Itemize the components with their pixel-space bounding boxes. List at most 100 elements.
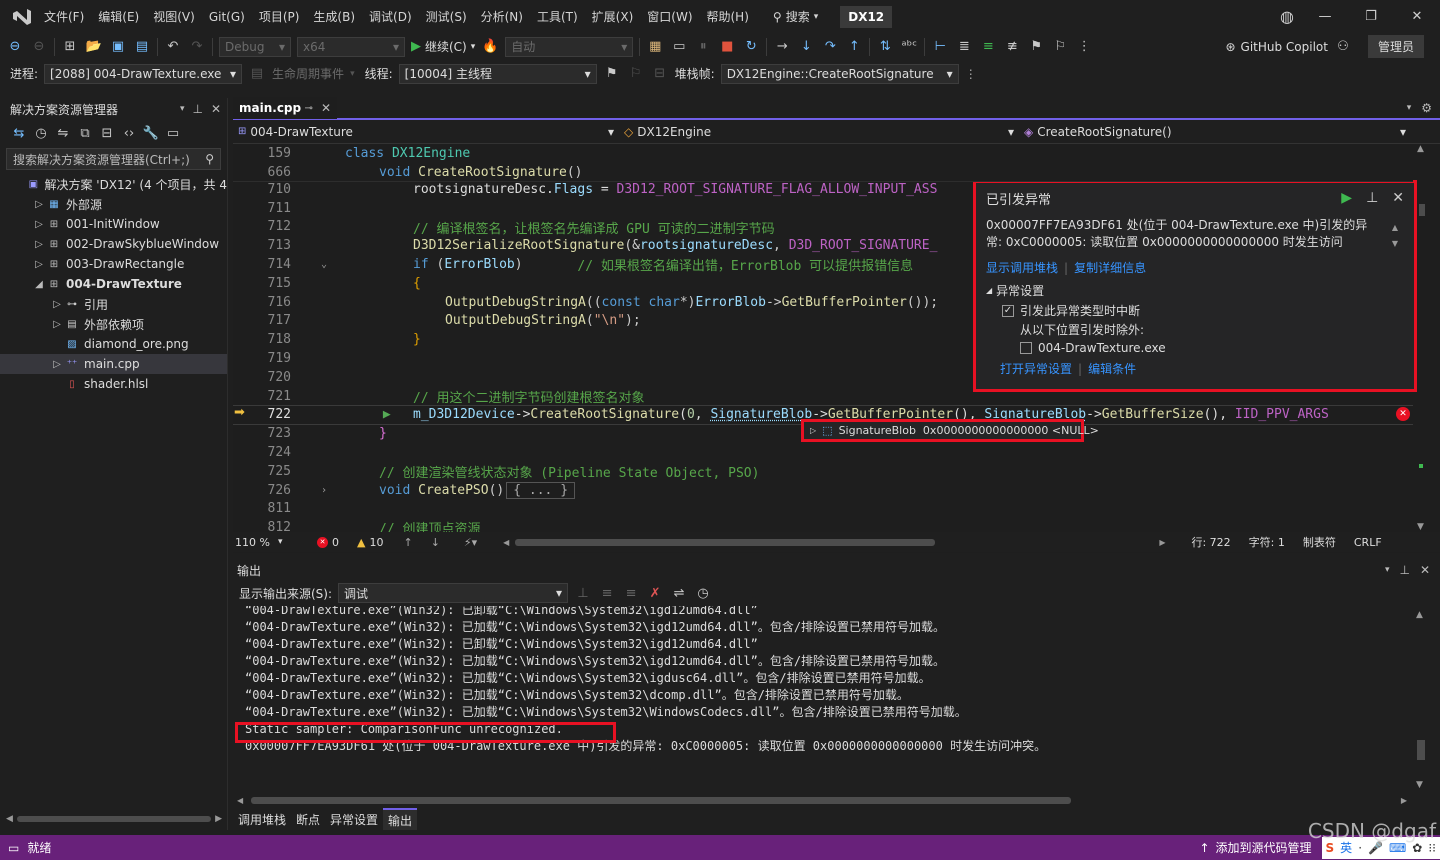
diagnostic-icon[interactable]: ▭ (670, 38, 688, 56)
menu-item[interactable]: Git(G) (209, 10, 245, 24)
hot-reload-icon[interactable]: 🔥 (481, 38, 499, 56)
errors-indicator[interactable]: ✕ 0 (317, 536, 339, 549)
stackframe-select[interactable]: DX12Engine::CreateRootSignature ▾ (720, 63, 959, 84)
tool-tab[interactable]: 调用堆栈 (233, 808, 291, 830)
close-icon[interactable]: ✕ (1392, 190, 1404, 206)
bookmark-icon[interactable]: ⚑ (1027, 38, 1045, 56)
tool-tab[interactable]: 异常设置 (325, 808, 383, 830)
prev-message-icon[interactable]: ≡ (598, 584, 616, 602)
scroll-down-icon[interactable]: ▼ (1416, 780, 1423, 790)
forward-icon[interactable]: ⊖ (30, 38, 48, 56)
tab-main-cpp[interactable]: main.cpp ⊸ ✕ (233, 97, 337, 119)
sticky-line[interactable]: 159 class DX12Engine (233, 144, 1413, 163)
scrollbar-thumb[interactable] (1417, 740, 1425, 760)
chevron-down-icon[interactable]: ▾ (1385, 565, 1390, 575)
close-icon[interactable]: ✕ (211, 102, 221, 116)
settings-icon[interactable]: ⚙ (1421, 101, 1432, 115)
code-line[interactable]: 812// 创建顶点资源 (233, 518, 1413, 532)
clear-all-icon[interactable]: ✗ (646, 584, 664, 602)
output-vertical-scrollbar[interactable]: ▲ ▼ (1414, 610, 1428, 790)
hscrollbar-thumb[interactable] (515, 538, 936, 546)
scrollbar-thumb[interactable] (251, 796, 1071, 804)
flag-all-icon[interactable]: ⚐ (627, 65, 645, 83)
tree-item[interactable]: ◢ ⊞ 004-DrawTexture (0, 274, 227, 294)
tree-item[interactable]: ▣ 解决方案 'DX12' (4 个项目，共 4 (0, 174, 227, 194)
bookmark-prev-icon[interactable]: ⚐ (1051, 38, 1069, 56)
edit-conditions-link[interactable]: 编辑条件 (1088, 360, 1136, 377)
collapse-all-icon[interactable]: ⊟ (98, 124, 116, 142)
datatip[interactable]: ▷ ⬚ SignatureBlob 0x0000000000000000 <NU… (801, 419, 1099, 442)
code-line[interactable]: 725// 创建渲染管线状态对象 (Pipeline State Object,… (233, 462, 1413, 481)
warnings-indicator[interactable]: ▲ 10 (357, 536, 383, 549)
tool-tab[interactable]: 输出 (383, 808, 418, 830)
pin-icon[interactable]: ⊥ (1399, 563, 1409, 577)
thread-select[interactable]: [10004] 主线程 ▾ (398, 63, 597, 84)
menu-item[interactable]: 分析(N) (481, 8, 523, 25)
restore-button[interactable]: ❐ (1348, 9, 1394, 24)
collapsed-region[interactable]: { ... } (506, 481, 576, 499)
step-over-icon[interactable]: ↷ (821, 38, 839, 56)
menu-item[interactable]: 视图(V) (153, 8, 195, 25)
stackframe-icon[interactable]: ⊟ (651, 65, 669, 83)
process-select[interactable]: [2088] 004-DrawTexture.exe ▾ (44, 63, 243, 84)
platform-select[interactable]: x64 ▾ (297, 36, 405, 57)
eol-indicator[interactable]: CRLF (1354, 536, 1382, 549)
module-checkbox-row[interactable]: 004-DrawTexture.exe (976, 339, 1414, 357)
menu-item[interactable]: 窗口(W) (647, 8, 692, 25)
breakpoint-window-icon[interactable]: ⊢ (931, 38, 949, 56)
word-wrap-icon[interactable]: ⇌ (670, 584, 688, 602)
scroll-left-icon[interactable]: ◀ (237, 796, 243, 805)
tree-item[interactable]: ▷ ▦ 外部源 (0, 194, 227, 214)
tree-item[interactable]: ▯ shader.hlsl (0, 374, 227, 394)
back-forward-icon[interactable]: ⇋ (54, 124, 72, 142)
scroll-up-icon[interactable]: ▲ (1417, 144, 1424, 154)
scroll-down-icon[interactable]: ▼ (1417, 522, 1424, 532)
new-project-icon[interactable]: ⊞ (61, 38, 79, 56)
tree-item[interactable]: ▷ ⊞ 003-DrawRectangle (0, 254, 227, 274)
menu-item[interactable]: 工具(T) (537, 8, 578, 25)
share-icon[interactable]: ⚇ (1334, 38, 1352, 56)
chevron-down-icon[interactable]: ▾ (1407, 103, 1412, 113)
timestamp-icon[interactable]: ◷ (694, 584, 712, 602)
prev-issue-icon[interactable]: ↑ (403, 536, 412, 549)
next-message-icon[interactable]: ≡ (622, 584, 640, 602)
nav-project-select[interactable]: ⊞ 004-DrawTexture ▾ (233, 122, 619, 142)
uncomment-icon[interactable]: ≢ (1003, 38, 1021, 56)
expander-icon[interactable]: ▷ (50, 319, 64, 330)
config-select[interactable]: Debug ▾ (219, 36, 291, 57)
output-horizontal-scrollbar[interactable]: ◀ ▶ (237, 794, 1407, 806)
search-box[interactable]: ⚲ 搜索 ▾ (773, 8, 818, 25)
scroll-up-icon[interactable]: ▲ (1416, 610, 1423, 620)
tree-item[interactable]: ▷ ⊞ 001-InitWindow (0, 214, 227, 234)
scroll-down-icon[interactable]: ▼ (1392, 235, 1398, 252)
redo-icon[interactable]: ↷ (188, 38, 206, 56)
close-icon[interactable]: ✕ (321, 101, 331, 115)
show-callstack-link[interactable]: 显示调用堆栈 (986, 259, 1058, 276)
pause-icon[interactable]: ⏸ (694, 38, 712, 56)
code-line[interactable]: 726 › void CreatePSO(){ ... } (233, 481, 1413, 500)
expander-icon[interactable]: ◢ (32, 279, 46, 290)
scroll-left-icon[interactable]: ◀ (503, 538, 509, 547)
add-to-source-control[interactable]: 添加到源代码管理 (1216, 839, 1312, 856)
find-message-icon[interactable]: ⊥ (574, 584, 592, 602)
menu-item[interactable]: 文件(F) (44, 8, 84, 25)
stop-icon[interactable]: ■ (718, 38, 736, 56)
nav-class-select[interactable]: ◇ DX12Engine ▾ (619, 122, 1019, 142)
flag-thread-icon[interactable]: ⚑ (603, 65, 621, 83)
exception-settings-header[interactable]: ◢ 异常设置 (976, 280, 1414, 301)
next-issue-icon[interactable]: ↓ (431, 536, 440, 549)
auto-select[interactable]: 自动 ▾ (505, 36, 634, 57)
spell-check-icon[interactable]: ᵃᵇᶜ (900, 38, 918, 56)
pin-icon[interactable]: ⊥ (1366, 190, 1378, 206)
tree-item[interactable]: ▷ ▤ 外部依赖项 (0, 314, 227, 334)
save-all-icon[interactable]: ▤ (133, 38, 151, 56)
vertical-scrollbar[interactable]: ▲ ▼ (1415, 144, 1429, 532)
solution-search-input[interactable]: 搜索解决方案资源管理器(Ctrl+;) ⚲ (6, 148, 221, 170)
continue-button[interactable]: ▶ 继续(C) ▾ (411, 38, 475, 55)
show-next-statement-icon[interactable]: → (773, 38, 791, 56)
tree-item[interactable]: ▷ ⊶ 引用 (0, 294, 227, 314)
indent-icon[interactable]: ≣ (955, 38, 973, 56)
history-icon[interactable]: ◷ (32, 124, 50, 142)
char-indicator[interactable]: 字符: 1 (1249, 534, 1285, 550)
browse-icon[interactable]: ▦ (646, 38, 664, 56)
